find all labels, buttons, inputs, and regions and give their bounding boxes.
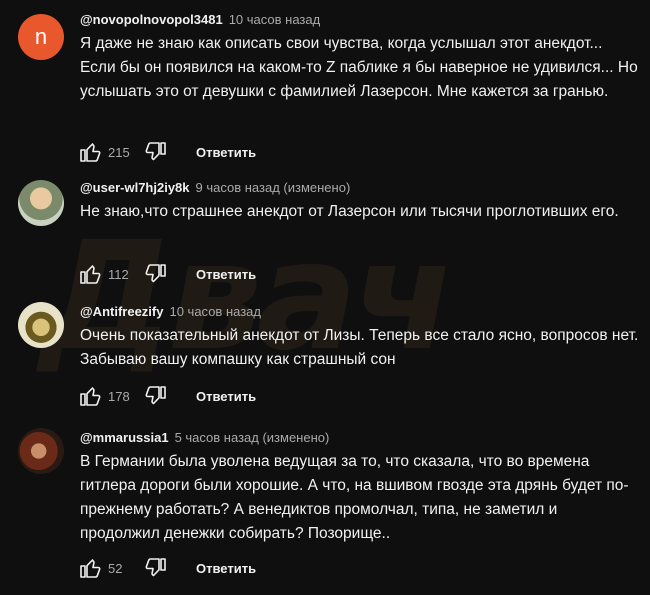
like-count: 112: [108, 266, 129, 282]
dislike-icon[interactable]: [144, 384, 168, 408]
comment-header: @Antifreezify 10 часов назад: [80, 304, 261, 319]
comment-header: @novopolnovopol3481 10 часов назад: [80, 12, 320, 27]
comment-time[interactable]: 10 часов назад: [229, 12, 321, 27]
comment-text: В Германии была уволена ведущая за то, ч…: [80, 453, 629, 542]
reply-button[interactable]: Ответить: [196, 561, 256, 576]
avatar[interactable]: n: [18, 14, 64, 60]
comment-author[interactable]: @Antifreezify: [80, 304, 163, 319]
comment-text: Очень показательный анекдот от Лизы. Теп…: [80, 327, 639, 368]
like-count: 215: [108, 144, 130, 160]
like-count: 178: [108, 388, 130, 404]
avatar[interactable]: [18, 302, 64, 348]
like-icon[interactable]: [78, 556, 102, 580]
comment-actions: 178 Ответить: [78, 384, 256, 408]
dislike-icon[interactable]: [144, 262, 168, 286]
comment-time[interactable]: 5 часов назад (изменено): [175, 430, 330, 445]
comment-actions: 52 Ответить: [78, 556, 256, 580]
comment-text: Я даже не знаю как описать свои чувства,…: [80, 35, 638, 100]
like-icon[interactable]: [78, 384, 102, 408]
comment-header: @user-wl7hj2iy8k 9 часов назад (изменено): [80, 180, 350, 195]
like-icon[interactable]: [78, 140, 102, 164]
dislike-icon[interactable]: [144, 556, 168, 580]
comment-author[interactable]: @user-wl7hj2iy8k: [80, 180, 190, 195]
comment-actions: 112 Ответить: [78, 262, 256, 286]
like-count: 52: [108, 560, 123, 576]
comment-time[interactable]: 10 часов назад: [169, 304, 261, 319]
reply-button[interactable]: Ответить: [196, 267, 256, 282]
avatar[interactable]: [18, 428, 64, 474]
reply-button[interactable]: Ответить: [196, 145, 256, 160]
comment-author[interactable]: @novopolnovopol3481: [80, 12, 223, 27]
avatar-letter: n: [34, 24, 48, 49]
comment-time[interactable]: 9 часов назад (изменено): [196, 180, 351, 195]
dislike-icon[interactable]: [144, 140, 168, 164]
avatar[interactable]: [18, 180, 64, 226]
comment-header: @mmarussia1 5 часов назад (изменено): [80, 430, 329, 445]
comment-actions: 215 Ответить: [78, 140, 256, 164]
comment-text: Не знаю,что страшнее анекдот от Лазерсон…: [80, 203, 619, 220]
reply-button[interactable]: Ответить: [196, 389, 256, 404]
comment-author[interactable]: @mmarussia1: [80, 430, 169, 445]
like-icon[interactable]: [78, 262, 102, 286]
